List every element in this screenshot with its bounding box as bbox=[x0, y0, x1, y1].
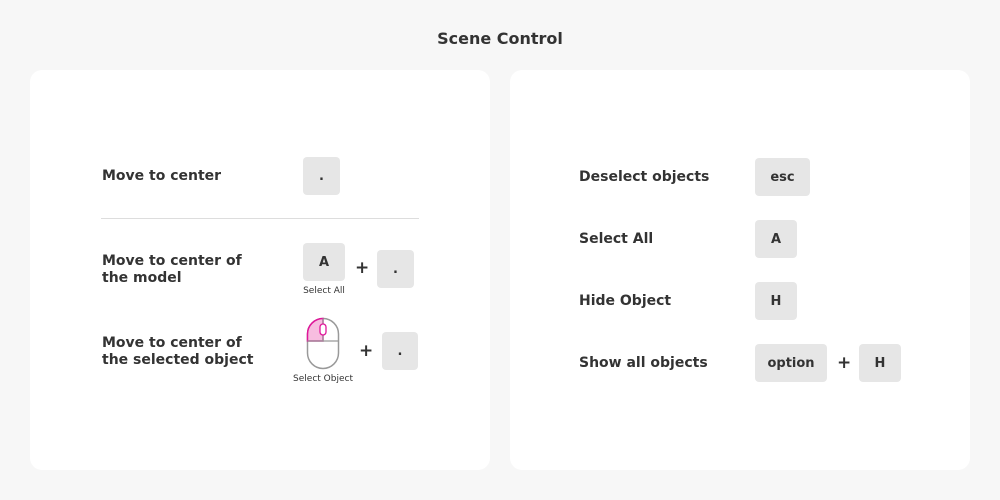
page-title: Scene Control bbox=[437, 29, 563, 48]
key-esc: esc bbox=[755, 158, 810, 196]
mouse-left-click-icon bbox=[306, 317, 340, 370]
plus-separator: + bbox=[355, 258, 370, 278]
key-option: option bbox=[755, 344, 827, 382]
key-a: A bbox=[755, 220, 797, 258]
key-a: A bbox=[303, 243, 345, 281]
shortcut-label-move-to-model-center: Move to center of the model bbox=[102, 253, 242, 286]
key-h: H bbox=[755, 282, 797, 320]
key-h: H bbox=[859, 344, 901, 382]
plus-separator: + bbox=[359, 341, 374, 361]
key-period: . bbox=[382, 332, 418, 370]
left-shortcut-panel: Move to center . Move to center of the m… bbox=[30, 70, 490, 470]
plus-separator: + bbox=[837, 353, 852, 373]
shortcut-label-show-all-objects: Show all objects bbox=[579, 355, 708, 371]
key-caption-select-all: Select All bbox=[303, 286, 345, 296]
scene-control-page: Scene Control Move to center . Move to c… bbox=[0, 0, 1000, 500]
shortcut-label-move-to-center: Move to center bbox=[102, 168, 222, 184]
icon-caption-select-object: Select Object bbox=[293, 374, 353, 384]
key-period: . bbox=[303, 157, 340, 195]
key-period: . bbox=[377, 250, 414, 288]
shortcut-label-deselect-objects: Deselect objects bbox=[579, 169, 710, 185]
shortcut-label-select-all: Select All bbox=[579, 231, 654, 247]
shortcut-label-move-to-selected-object-center: Move to center of the selected object bbox=[102, 335, 254, 368]
shortcut-label-hide-object: Hide Object bbox=[579, 293, 672, 309]
divider bbox=[101, 218, 419, 219]
right-shortcut-panel: Deselect objects esc Select All A Hide O… bbox=[510, 70, 970, 470]
